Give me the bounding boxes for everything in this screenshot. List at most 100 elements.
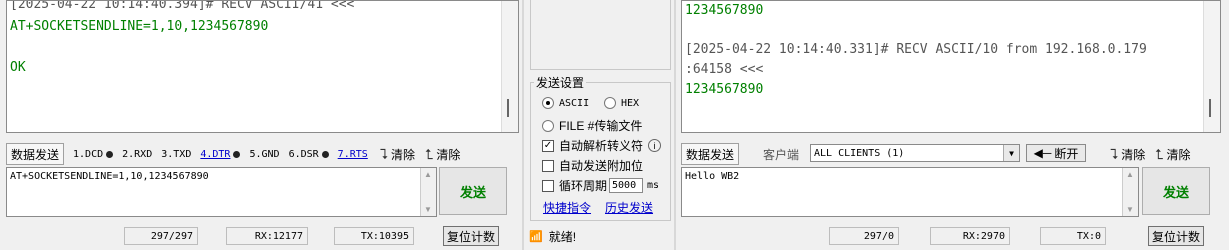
right-input-scrollbar[interactable]: ▲ ▼ xyxy=(1122,168,1138,216)
clear-up-arrow-icon: ⮤ xyxy=(425,145,434,162)
right-send-input[interactable]: Hello WB2 ▲ ▼ xyxy=(681,167,1139,217)
left-status-count: 297/297 xyxy=(124,227,198,245)
scroll-up-icon[interactable]: ▲ xyxy=(1126,170,1134,179)
status-ready: 📶 就绪! xyxy=(529,228,576,245)
right-clear-receive-button[interactable]: ⮧ 清除 xyxy=(1110,146,1145,163)
ascii-radio-icon xyxy=(542,97,554,109)
ascii-radio[interactable]: ASCII xyxy=(542,97,589,109)
dtr-indicator-icon xyxy=(233,150,241,158)
signal-dcd[interactable]: 1.DCD xyxy=(73,148,114,160)
send-settings-title: 发送设置 xyxy=(534,74,587,91)
status-ready-icon: 📶 xyxy=(529,231,543,243)
shortcut-label: 快捷指令 xyxy=(543,201,592,215)
signal-dtr[interactable]: 4.DTR xyxy=(200,148,241,160)
left-status-tx: TX:10395 xyxy=(334,227,414,245)
history-link[interactable]: 历史发送 xyxy=(605,199,653,216)
dcd-indicator-icon xyxy=(106,150,114,158)
right-send-button[interactable]: 发送 xyxy=(1142,167,1210,215)
auto-escape-label: 自动解析转义符 xyxy=(559,139,644,153)
right-log-line-2: [2025-04-22 10:14:40.331]# RECV ASCII/10… xyxy=(685,42,1147,57)
ascii-label: ASCII xyxy=(559,97,590,109)
left-clear-receive-button[interactable]: ⮧ 清除 xyxy=(380,146,415,163)
clear-down-arrow-icon: ⮧ xyxy=(1110,145,1119,162)
disconnect-label: 断开 xyxy=(1054,146,1079,161)
right-clear-send-button[interactable]: ⮤ 清除 xyxy=(1155,146,1190,163)
right-log-scroll-thumb[interactable] xyxy=(1209,99,1211,117)
status-ready-label: 就绪! xyxy=(548,230,577,244)
left-send-tab[interactable]: 数据发送 xyxy=(6,143,65,165)
client-label: 客户端 xyxy=(763,147,800,162)
dsr-indicator-icon xyxy=(321,150,329,158)
signal-txd[interactable]: 3.TXD xyxy=(161,149,191,160)
checkbox-icon xyxy=(542,179,554,192)
hex-radio[interactable]: HEX xyxy=(604,97,639,109)
arrow-left-icon: ◀─ xyxy=(1033,146,1052,160)
scroll-down-icon[interactable]: ▼ xyxy=(424,205,432,214)
left-log-line-2: AT+SOCKETSENDLINE=1,10,1234567890 xyxy=(10,19,269,34)
right-clear1-label: 清除 xyxy=(1121,147,1146,162)
left-send-text: AT+SOCKETSENDLINE=1,10,1234567890 xyxy=(10,171,209,182)
signal-rts-label: 7.RTS xyxy=(337,148,368,160)
auto-append-checkbox[interactable]: 自动发送附加位 xyxy=(542,157,643,174)
middle-divider-right xyxy=(674,0,676,250)
right-clear2-label: 清除 xyxy=(1166,147,1191,162)
left-send-button[interactable]: 发送 xyxy=(439,167,507,215)
left-reset-count-button[interactable]: 复位计数 xyxy=(443,226,499,246)
file-label: FILE #传输文件 xyxy=(559,119,643,133)
signal-dcd-label: 1.DCD xyxy=(73,148,104,160)
disconnect-button[interactable]: ◀─ 断开 xyxy=(1026,144,1086,162)
right-log-line-4: 1234567890 xyxy=(685,82,764,97)
clear-up-arrow-icon: ⮤ xyxy=(1155,145,1164,162)
auto-append-label: 自动发送附加位 xyxy=(559,159,644,173)
right-status-tx: TX:0 xyxy=(1040,227,1106,245)
info-icon[interactable]: i xyxy=(648,139,662,152)
cycle-period-input[interactable]: 5000 xyxy=(609,178,644,193)
left-log-line-3: OK xyxy=(10,60,26,75)
client-select[interactable]: ALL CLIENTS (1) ▼ xyxy=(810,144,1020,162)
left-clear2-label: 清除 xyxy=(436,147,461,162)
right-status-count: 297/0 xyxy=(829,227,899,245)
left-log-scroll-thumb[interactable] xyxy=(507,99,509,117)
client-select-value: ALL CLIENTS (1) xyxy=(814,147,905,159)
left-log-scrollbar[interactable] xyxy=(501,1,518,132)
left-input-scrollbar[interactable]: ▲ ▼ xyxy=(420,168,436,216)
left-receive-log[interactable]: [2025-04-22 10:14:40.394]# RECV ASCII/41… xyxy=(6,0,519,133)
scroll-down-icon[interactable]: ▼ xyxy=(1126,205,1134,214)
hex-label: HEX xyxy=(621,97,640,109)
right-send-text: Hello WB2 xyxy=(685,171,740,182)
left-clear1-label: 清除 xyxy=(391,147,416,162)
file-radio[interactable]: FILE #传输文件 xyxy=(542,117,642,134)
signal-dsr[interactable]: 6.DSR xyxy=(289,149,329,160)
signal-gnd[interactable]: 5.GND xyxy=(249,149,279,160)
cycle-unit-label: ms xyxy=(647,180,660,191)
right-status-rx: RX:2970 xyxy=(930,227,1010,245)
left-log-line-1: [2025-04-22 10:14:40.394]# RECV ASCII/41… xyxy=(10,0,355,12)
signal-rxd[interactable]: 2.RXD xyxy=(122,149,152,160)
right-receive-log[interactable]: 1234567890 [2025-04-22 10:14:40.331]# RE… xyxy=(681,0,1221,133)
left-toolbar: 数据发送 1.DCD 2.RXD 3.TXD 4.DTR 5.GND 6.DSR… xyxy=(6,142,521,166)
file-radio-icon xyxy=(542,119,554,132)
auto-escape-checkbox[interactable]: ✓ 自动解析转义符 i xyxy=(542,137,662,154)
right-send-tab[interactable]: 数据发送 xyxy=(681,143,740,165)
signal-rts[interactable]: 7.RTS xyxy=(338,149,368,160)
left-clear-send-button[interactable]: ⮤ 清除 xyxy=(425,146,460,163)
history-label: 历史发送 xyxy=(605,201,654,215)
right-log-line-3: :64158 <<< xyxy=(685,62,764,77)
cycle-checkbox[interactable]: 循环周期 5000 ms xyxy=(542,177,659,194)
chevron-down-icon: ▼ xyxy=(1003,145,1019,161)
left-status-rx: RX:12177 xyxy=(226,227,308,245)
left-send-input[interactable]: AT+SOCKETSENDLINE=1,10,1234567890 ▲ ▼ xyxy=(6,167,437,217)
signal-gnd-label: 5.GND xyxy=(249,148,280,160)
right-reset-count-button[interactable]: 复位计数 xyxy=(1148,226,1204,246)
scroll-up-icon[interactable]: ▲ xyxy=(424,170,432,179)
right-log-scrollbar[interactable] xyxy=(1203,1,1220,132)
middle-top-blank xyxy=(530,0,671,70)
shortcut-link[interactable]: 快捷指令 xyxy=(543,199,591,216)
signal-dtr-label: 4.DTR xyxy=(200,148,231,160)
right-clear-group: ⮧ 清除 ⮤ 清除 xyxy=(1100,142,1220,166)
checkbox-checked-icon: ✓ xyxy=(542,139,554,152)
checkbox-icon xyxy=(542,159,554,172)
signal-dsr-label: 6.DSR xyxy=(288,148,319,160)
left-send-tab-label: 数据发送 xyxy=(11,147,60,162)
middle-divider-left xyxy=(522,0,524,250)
